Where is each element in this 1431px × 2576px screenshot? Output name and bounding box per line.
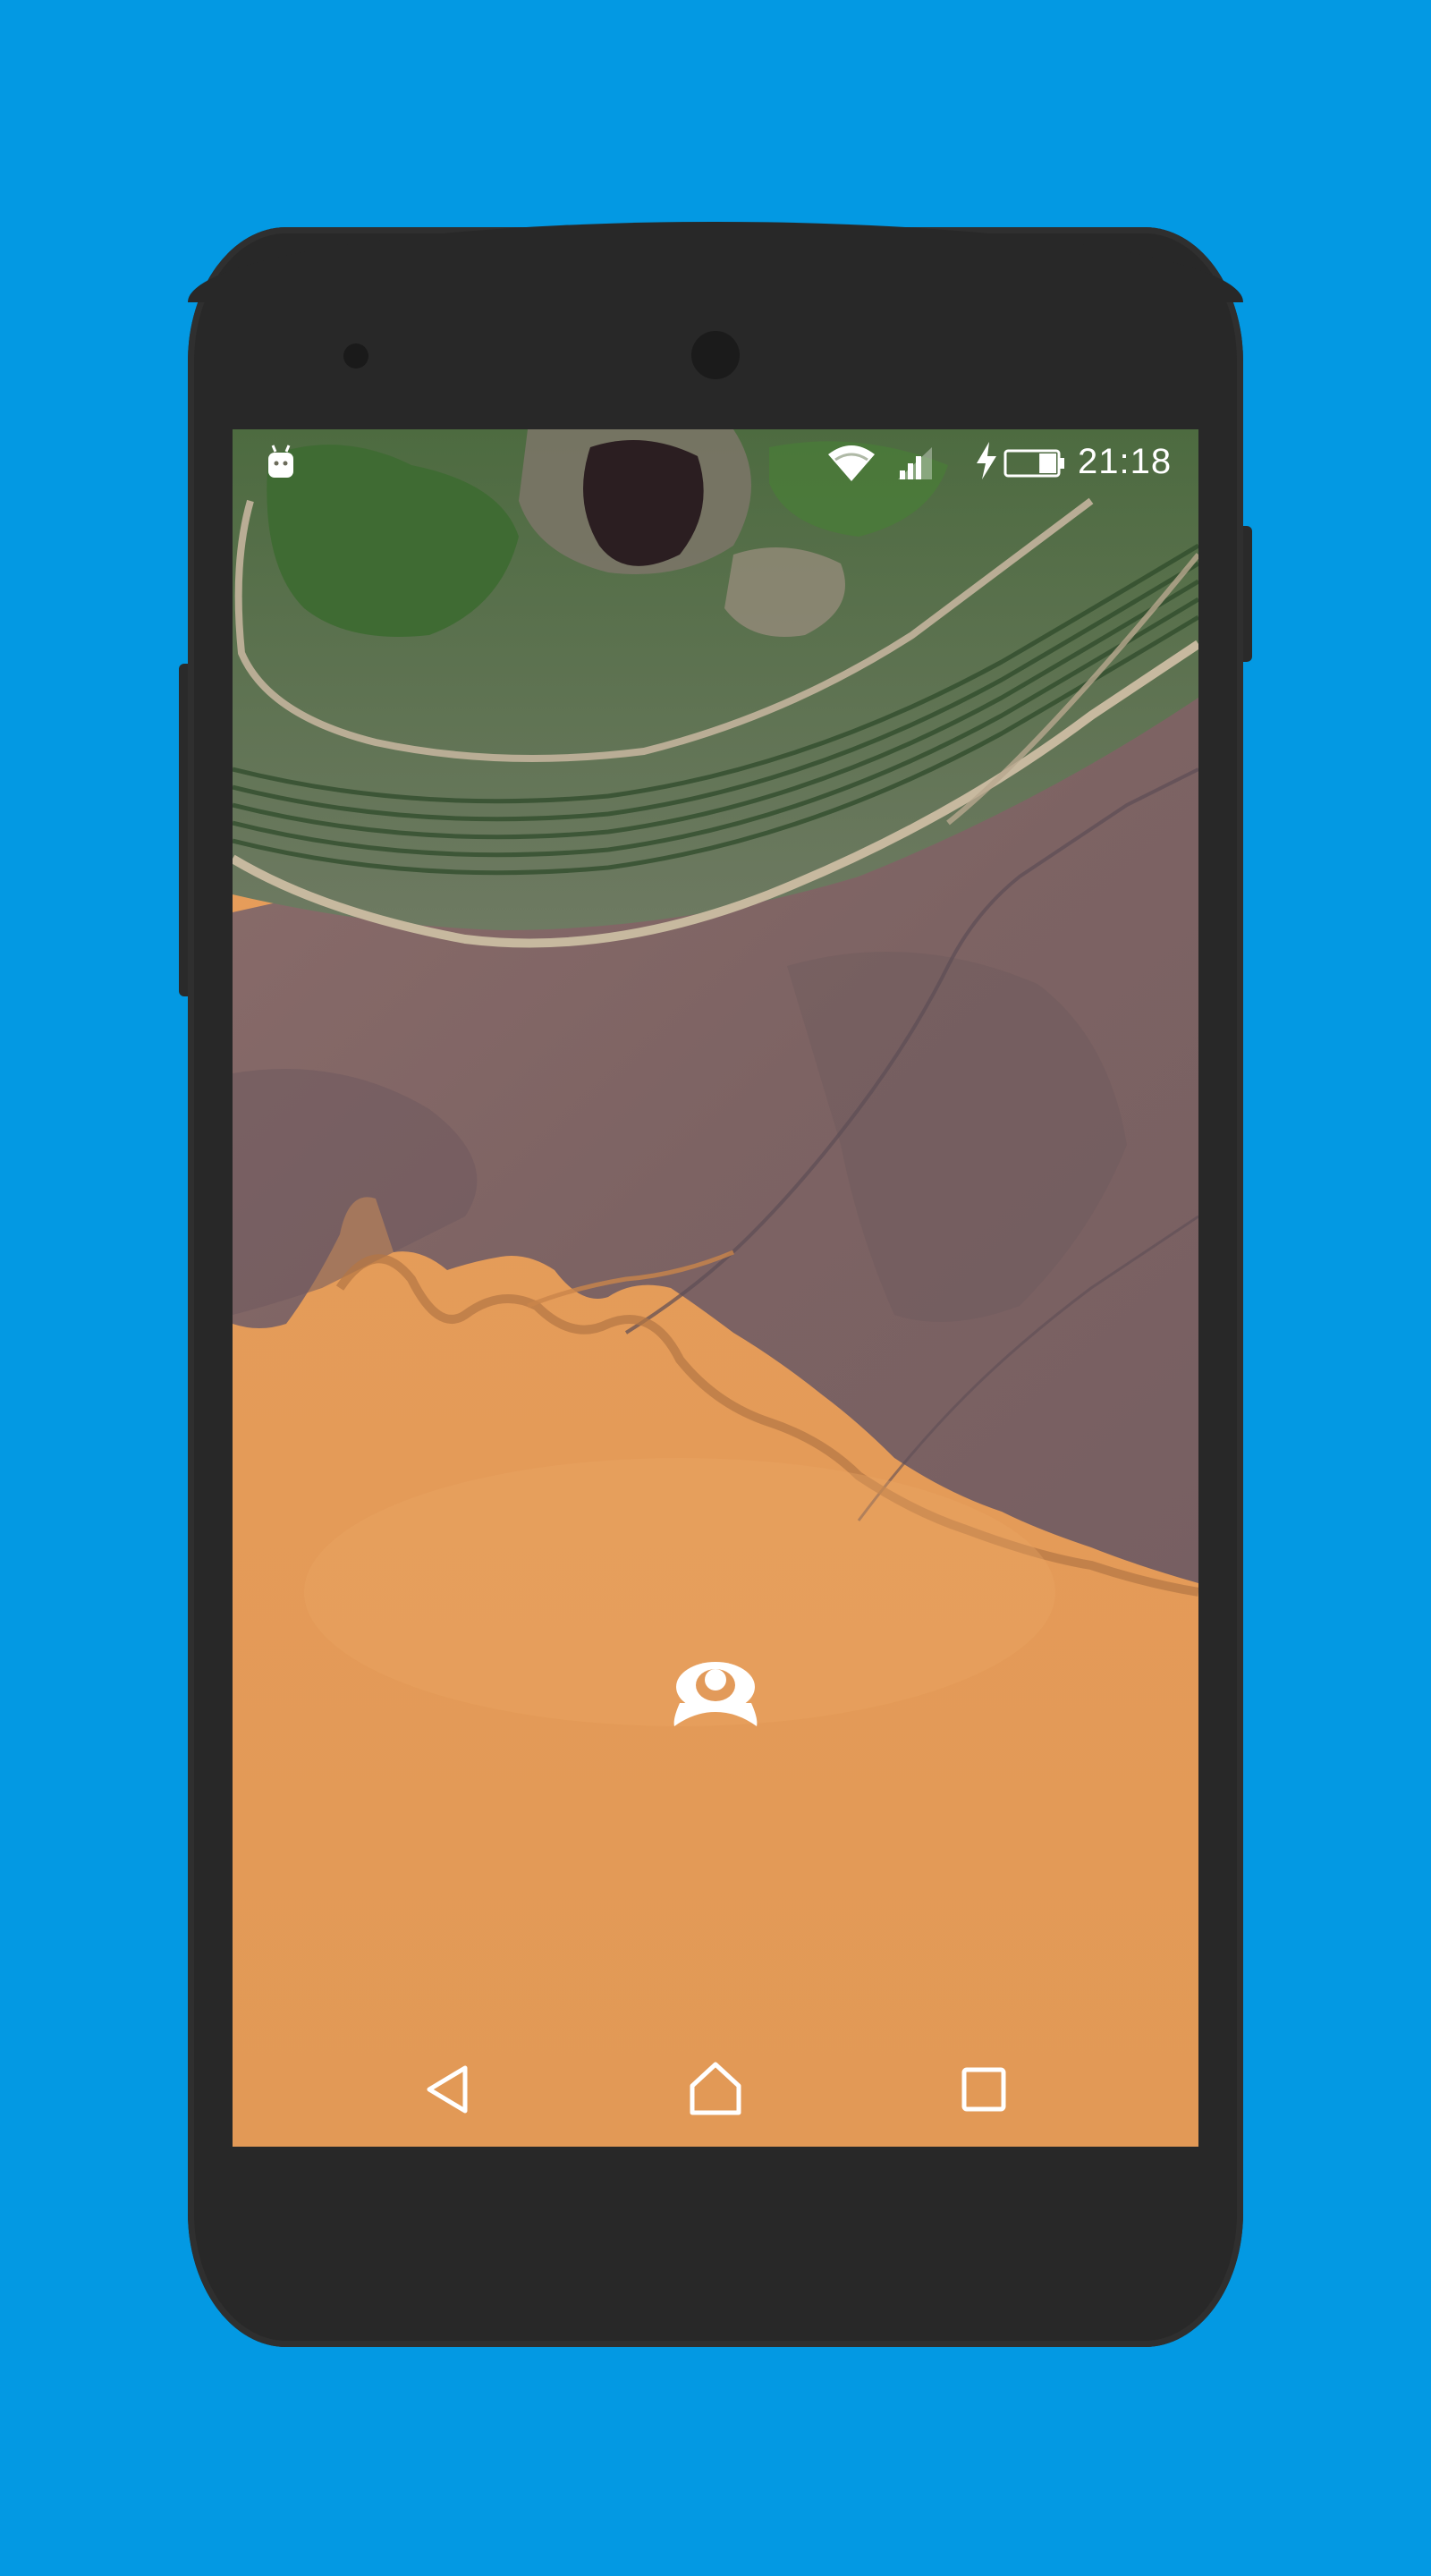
recents-button[interactable] <box>921 2032 1046 2147</box>
phone-screen[interactable]: 21:18 <box>233 429 1198 2147</box>
phone-top-edge <box>188 222 1243 302</box>
cell-signal-icon <box>898 447 932 479</box>
proximity-sensor <box>343 343 368 369</box>
back-icon <box>427 2065 468 2114</box>
home-button[interactable] <box>653 2032 778 2147</box>
recents-icon <box>961 2067 1006 2112</box>
status-bar: 21:18 <box>233 429 1198 496</box>
home-icon <box>690 2062 741 2115</box>
showcase-background: 21:18 <box>0 0 1431 2576</box>
front-camera <box>691 331 740 379</box>
navigation-bar <box>233 2032 1198 2147</box>
battery-icon <box>1003 449 1064 478</box>
wifi-icon <box>828 445 875 481</box>
charging-bolt-icon <box>977 442 996 479</box>
wallpaper <box>233 429 1198 2147</box>
back-button[interactable] <box>385 2032 510 2147</box>
clock: 21:18 <box>1078 442 1173 481</box>
android-debug-icon <box>268 445 293 478</box>
launcher-logo-icon[interactable] <box>673 1657 758 1726</box>
